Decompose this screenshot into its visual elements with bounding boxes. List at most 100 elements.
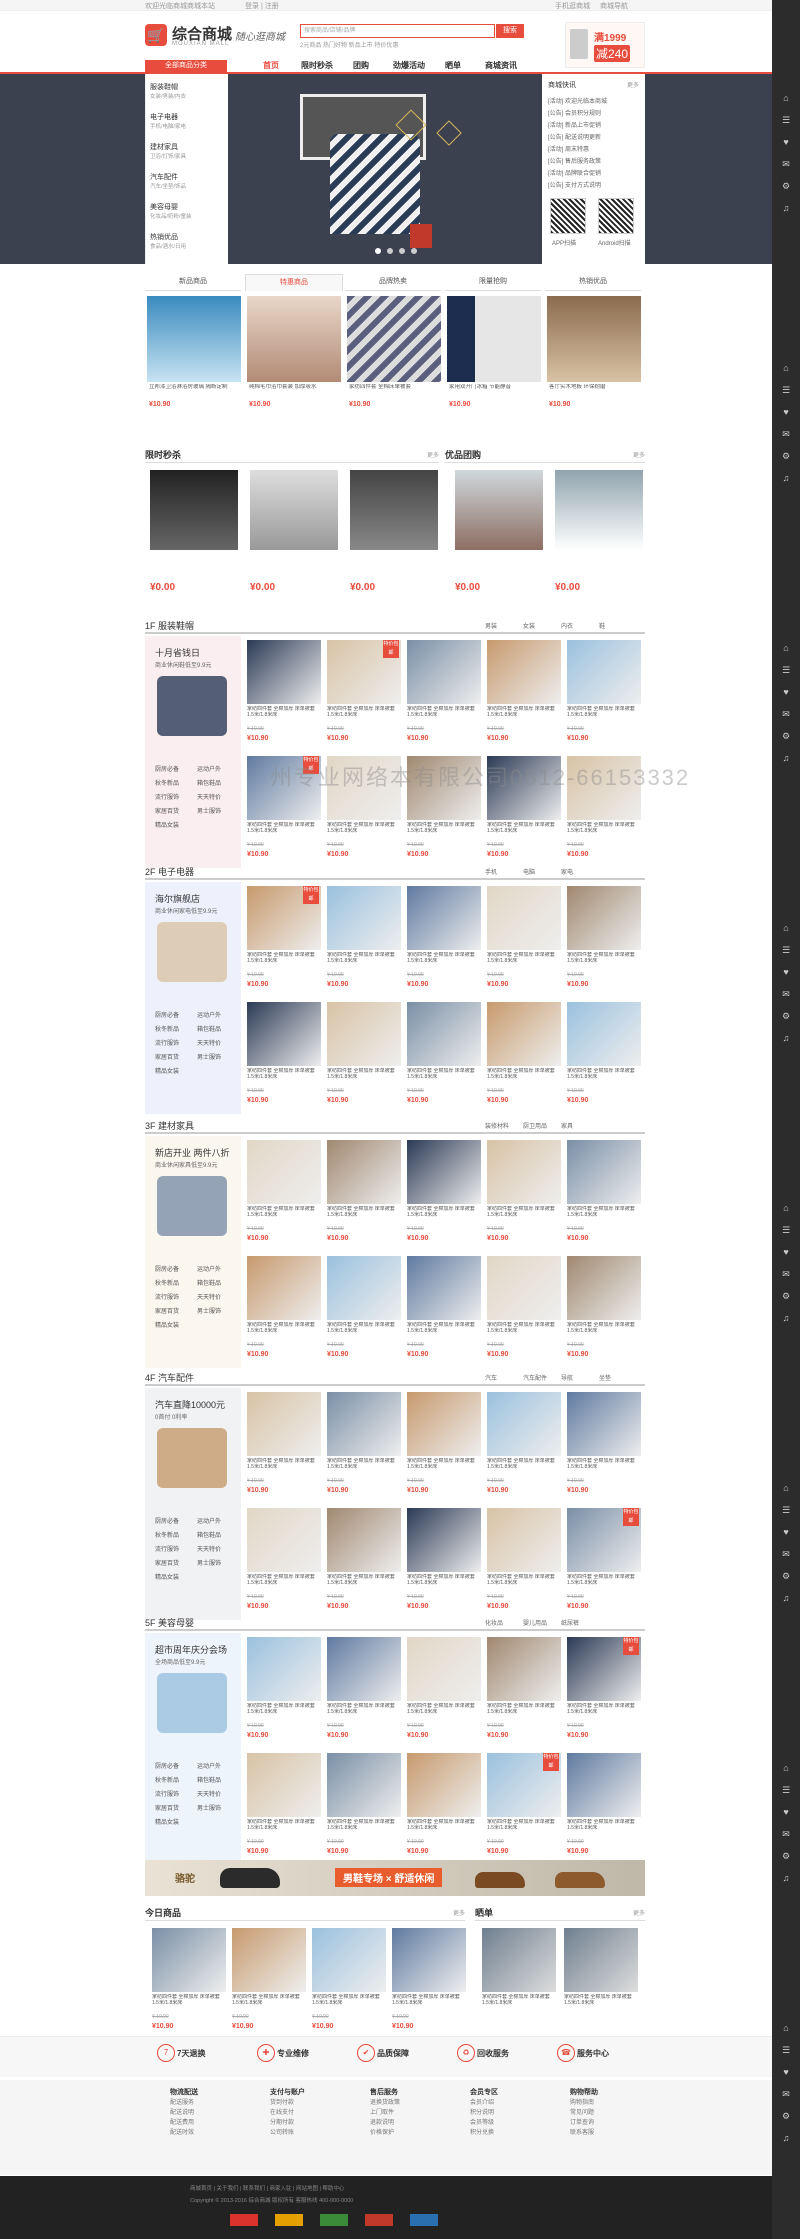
product-card[interactable]: 家纺四件套 全棉加厚 床单被套 1.5米/1.8米床 ¥ 10.90 ¥10.90 <box>485 1388 563 1502</box>
service-item[interactable]: 专业维修 <box>277 2048 309 2059</box>
all-categories-button[interactable]: 全部商品分类 <box>145 60 227 72</box>
message-icon[interactable]: ✉ <box>778 156 794 172</box>
service-item[interactable]: 回收服务 <box>477 2048 509 2059</box>
product-name[interactable]: 家纺四件套 全棉加厚 床单被套 1.5米/1.8米床 <box>327 952 401 970</box>
floor-sub-link[interactable]: 汽车 <box>485 1373 497 1382</box>
floor-link[interactable]: 秋冬新品 <box>155 1530 179 1539</box>
menu-icon[interactable]: ☰ <box>778 1782 794 1798</box>
product-name[interactable]: 家纺四件套 全棉加厚 床单被套 1.5米/1.8米床 <box>567 1206 641 1224</box>
product-card[interactable]: 家纺四件套 全棉加厚 床单被套 1.5米/1.8米床 ¥ 10.90 ¥10.90 <box>230 1924 308 2038</box>
favorite-icon[interactable]: ♥ <box>778 2064 794 2080</box>
floor-link[interactable]: 厨房必备 <box>155 764 179 773</box>
product-name[interactable]: 家纺四件套 全棉加厚 床单被套 1.5米/1.8米床 <box>487 1068 561 1086</box>
home-icon[interactable]: ⌂ <box>778 640 794 656</box>
product-card[interactable]: 家纺四件套 全棉加厚 床单被套 1.5米/1.8米床 ¥ 10.90 ¥10.90 <box>150 1924 228 2038</box>
footer-link[interactable]: 退换货政策 <box>370 2100 400 2106</box>
floor-promo[interactable]: 超市周年庆分会场 全场商品低至9.9元 厨房必备 运动户外 秋冬新品 箱包鞋品 流行服饰 天天… <box>145 1633 241 1865</box>
product-name[interactable]: 家纺四件套 全棉加厚 床单被套 1.5米/1.8米床 <box>487 1819 561 1837</box>
product-card[interactable]: 特价包邮 家纺四件套 全棉加厚 床单被套 1.5米/1.8米床 ¥ 10.90 ¥10… <box>565 1633 643 1747</box>
message-icon[interactable]: ✉ <box>778 426 794 442</box>
product-card[interactable]: 家纺四件套 全棉加厚 床单被套 1.5米/1.8米床 ¥ 10.90 ¥10.90 <box>405 1136 483 1250</box>
favorite-icon[interactable]: ♥ <box>778 1804 794 1820</box>
product-card[interactable]: 家纺四件套 全棉加厚 床单被套 1.5米/1.8米床 ¥ 10.90 ¥10.90 <box>325 998 403 1112</box>
product-card[interactable]: 家纺四件套 全棉加厚 床单被套 1.5米/1.8米床 ¥ 10.90 ¥10.90 <box>405 882 483 996</box>
floor-sub-link[interactable]: 电脑 <box>523 867 535 876</box>
site-nav-link[interactable]: 商城导航 <box>600 1 628 11</box>
floor-link[interactable]: 男士服饰 <box>197 1052 221 1061</box>
login-register-link[interactable]: 登录 | 注册 <box>245 1 279 11</box>
news-item[interactable]: [活动] 新品上市促销 <box>548 120 601 129</box>
product-card[interactable]: 特价包邮 家纺四件套 全棉加厚 床单被套 1.5米/1.8米床 ¥ 10.90 ¥10… <box>485 1749 563 1863</box>
showcase-card[interactable]: 家纺四件套 全棉加厚 床单被套 1.5米/1.8米床 <box>480 1924 558 2038</box>
product-card[interactable]: 家纺四件套 全棉加厚 床单被套 1.5米/1.8米床 ¥ 10.90 ¥10.90 <box>405 1633 483 1747</box>
hot-words[interactable]: 2元商品 热门好物 新品上市 特价优惠 <box>300 40 398 49</box>
product-name[interactable]: 家纺四件套 全棉加厚 床单被套 1.5米/1.8米床 <box>567 1703 641 1721</box>
product-name[interactable]: 家纺四件套 全棉加厚 床单被套 1.5米/1.8米床 <box>567 1068 641 1086</box>
showcase-card[interactable]: 家纺四件套 全棉加厚 床单被套 1.5米/1.8米床 <box>562 1924 640 2038</box>
menu-icon[interactable]: ☰ <box>778 2042 794 2058</box>
product-name[interactable]: 家纺四件套 全棉加厚 床单被套 1.5米/1.8米床 <box>247 1206 321 1224</box>
floor-link[interactable]: 厨房必备 <box>155 1010 179 1019</box>
product-card[interactable]: 家纺四件套 全棉加厚 床单被套 1.5米/1.8米床 ¥ 10.90 ¥10.90 <box>245 1749 323 1863</box>
floor-link[interactable]: 男士服饰 <box>197 1306 221 1315</box>
product-card[interactable]: 家纺四件套 全棉加厚 床单被套 1.5米/1.8米床 ¥ 10.90 ¥10.90 <box>405 1388 483 1502</box>
footer-link[interactable]: 会员等级 <box>470 2120 494 2126</box>
product-name[interactable]: 家纺四件套 全棉加厚 床单被套 1.5米/1.8米床 <box>567 1458 641 1476</box>
floor-sub-link[interactable]: 女装 <box>523 621 535 630</box>
service-item[interactable]: 7天退换 <box>177 2048 205 2059</box>
flash-more[interactable]: 更多 <box>427 450 439 459</box>
product-card[interactable]: 家纺四件套 全棉加厚 床单被套 1.5米/1.8米床 ¥ 10.90 ¥10.90 <box>485 1136 563 1250</box>
footer-link[interactable]: 购物指南 <box>570 2100 594 2106</box>
floor-link[interactable]: 流行服饰 <box>155 792 179 801</box>
floor-link[interactable]: 箱包鞋品 <box>197 1278 221 1287</box>
floor-link[interactable]: 男士服饰 <box>197 1803 221 1812</box>
floor-sub-link[interactable]: 汽车配件 <box>523 1373 547 1382</box>
news-item[interactable]: [公告] 售后服务政策 <box>548 156 601 165</box>
floor-sub-link[interactable]: 内衣 <box>561 621 573 630</box>
floor-sub-link[interactable]: 家具 <box>561 1121 573 1130</box>
footer-link[interactable]: 配送服务 <box>170 2100 194 2106</box>
news-item[interactable]: [公告] 支付方式说明 <box>548 180 601 189</box>
floor-promo[interactable]: 汽车直降10000元 0首付 0利率 厨房必备 运动户外 秋冬新品 箱包鞋品 流行服饰 天天特… <box>145 1388 241 1620</box>
floor-link[interactable]: 运动户外 <box>197 1761 221 1770</box>
footer-link[interactable]: 积分兑换 <box>470 2130 494 2136</box>
music-icon[interactable]: ♫ <box>778 2130 794 2146</box>
menu-icon[interactable]: ☰ <box>778 1502 794 1518</box>
product-card[interactable]: 家纺四件套 全棉加厚 床单被套 1.5米/1.8米床 ¥ 10.90 ¥10.90 <box>245 1633 323 1747</box>
product-name[interactable]: 家纺四件套 全棉加厚 床单被套 1.5米/1.8米床 <box>487 1322 561 1340</box>
product-card[interactable]: 家纺四件套 全棉加厚 床单被套 1.5米/1.8米床 ¥ 10.90 ¥10.90 <box>485 998 563 1112</box>
product-card[interactable]: 家纺四件套 全棉加厚 床单被套 1.5米/1.8米床 ¥ 10.90 ¥10.90 <box>405 1504 483 1618</box>
settings-icon[interactable]: ⚙ <box>778 448 794 464</box>
floor-link[interactable]: 天天特价 <box>197 1544 221 1553</box>
floor-sub-link[interactable]: 坐垫 <box>599 1373 611 1382</box>
news-more[interactable]: 更多 <box>627 80 639 89</box>
product-name[interactable]: 家纺四件套 全棉加厚 床单被套 1.5米/1.8米床 <box>407 1206 481 1224</box>
news-item[interactable]: [公告] 会员积分规则 <box>548 108 601 117</box>
product-card[interactable]: 家纺四件套 全棉加厚 床单被套 1.5米/1.8米床 ¥ 10.90 ¥10.90 <box>405 998 483 1112</box>
product-name[interactable]: 家纺四件套 全棉加厚 床单被套 1.5米/1.8米床 <box>407 822 481 840</box>
message-icon[interactable]: ✉ <box>778 1826 794 1842</box>
favorite-icon[interactable]: ♥ <box>778 964 794 980</box>
product-name[interactable]: 家纺四件套 全棉加厚 床单被套 1.5米/1.8米床 <box>327 1703 401 1721</box>
favorite-icon[interactable]: ♥ <box>778 1244 794 1260</box>
music-icon[interactable]: ♫ <box>778 1590 794 1606</box>
floor-link[interactable]: 厨房必备 <box>155 1516 179 1525</box>
product-name[interactable]: 家纺四件套 全棉加厚 床单被套 1.5米/1.8米床 <box>567 1322 641 1340</box>
settings-icon[interactable]: ⚙ <box>778 178 794 194</box>
category-item[interactable]: 电子电器 手机/电脑/家电 <box>150 112 186 130</box>
product-name[interactable]: 家纺四件套 全棉加厚 床单被套 1.5米/1.8米床 <box>247 1703 321 1721</box>
product-card[interactable]: 家纺四件套 全棉加厚 床单被套 1.5米/1.8米床 ¥ 10.90 ¥10.90 <box>485 1504 563 1618</box>
floor-link[interactable]: 运动户外 <box>197 1010 221 1019</box>
home-icon[interactable]: ⌂ <box>778 90 794 106</box>
product-name[interactable]: 家纺四件套 全棉加厚 床单被套 1.5米/1.8米床 <box>327 1068 401 1086</box>
cert-badge[interactable] <box>230 2214 258 2226</box>
tab-brand[interactable]: 品牌热卖 <box>345 274 441 291</box>
floor-sub-link[interactable]: 化妆品 <box>485 1618 503 1627</box>
nav-flash-sale[interactable]: 限时秒杀 <box>301 60 333 72</box>
footer-link[interactable]: 常见问题 <box>570 2110 594 2116</box>
tab-limited[interactable]: 限量抢购 <box>445 274 541 291</box>
product-card[interactable]: 家纺四件套 全棉加厚 床单被套 1.5米/1.8米床 ¥ 10.90 ¥10.90 <box>245 636 323 750</box>
footer-link[interactable]: 会员介绍 <box>470 2100 494 2106</box>
category-item[interactable]: 汽车配件 汽车/坐垫/饰品 <box>150 172 186 190</box>
product-card[interactable]: 特价包邮 家纺四件套 全棉加厚 床单被套 1.5米/1.8米床 ¥ 10.90 ¥10… <box>325 636 403 750</box>
